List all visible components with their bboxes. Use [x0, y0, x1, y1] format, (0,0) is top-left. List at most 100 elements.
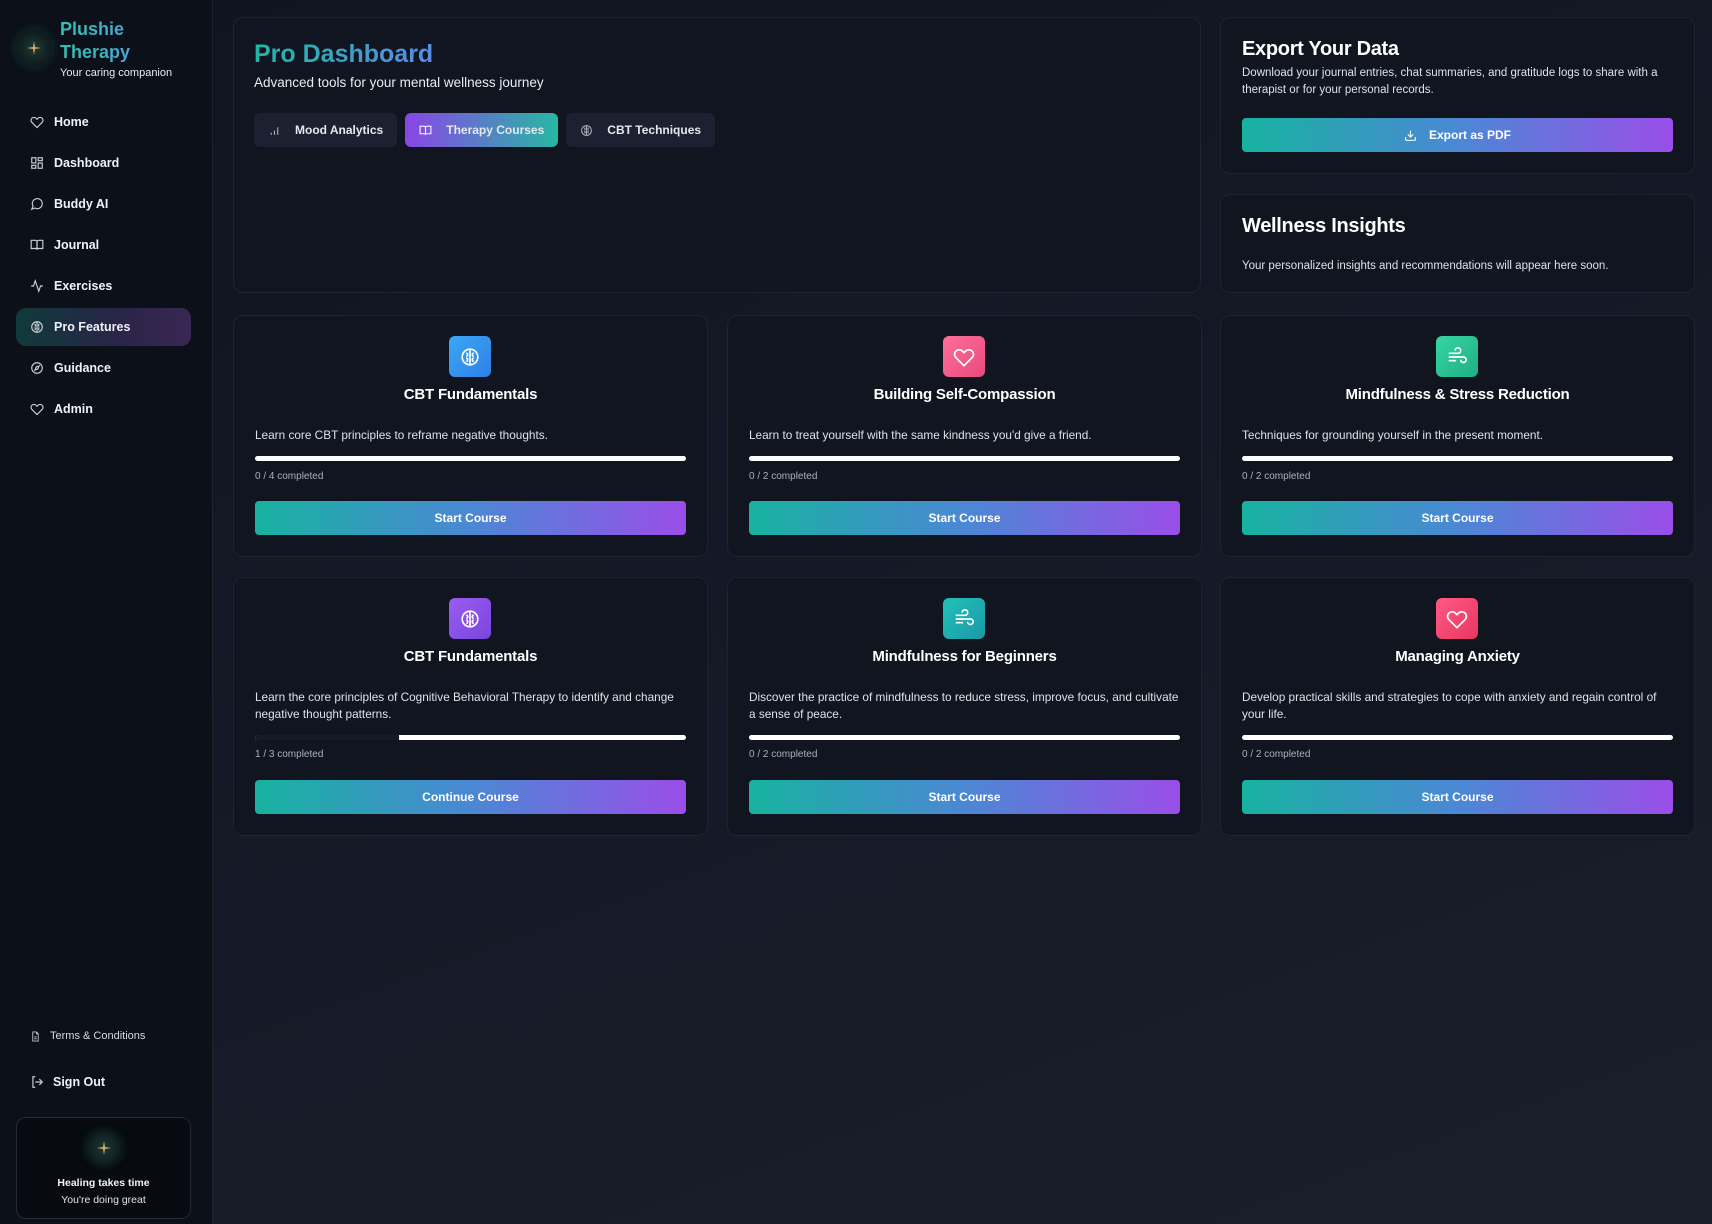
course-progress-bar: [255, 456, 686, 461]
course-progress-text: 0 / 2 completed: [1242, 471, 1311, 482]
compass-icon: [31, 362, 43, 374]
page-title: Pro Dashboard: [254, 40, 434, 68]
book-icon: [30, 239, 44, 250]
tab-label: Mood Analytics: [295, 123, 384, 137]
encouragement-subtitle: You're doing great: [61, 1194, 146, 1206]
course-button-label: Continue Course: [422, 790, 519, 804]
export-button-label: Export as PDF: [1428, 128, 1512, 142]
course-description: Develop practical skills and strategies …: [1242, 690, 1657, 721]
tab-therapy-courses[interactable]: Therapy Courses: [405, 113, 559, 147]
terms-label: Terms & Conditions: [50, 1030, 146, 1042]
book-icon: [419, 125, 432, 135]
course-description: Learn core CBT principles to reframe neg…: [255, 428, 548, 442]
sidebar: Plushie Therapy Your caring companion Ho…: [0, 0, 213, 1224]
sign-out-label: Sign Out: [53, 1075, 106, 1089]
sparkle-icon: [86, 1131, 121, 1165]
sidebar-item-label: Dashboard: [54, 156, 120, 170]
brain-icon: [31, 321, 43, 333]
sidebar-item-label: Pro Features: [54, 320, 131, 334]
sidebar-item-home[interactable]: Home: [16, 103, 191, 141]
course-title: CBT Fundamentals: [403, 648, 538, 665]
course-description: Learn the core principles of Cognitive B…: [255, 690, 674, 721]
encouragement-title: Healing takes time: [57, 1177, 150, 1189]
start-course-button[interactable]: Start Course: [749, 501, 1180, 535]
download-icon: [1405, 130, 1416, 141]
pro-dashboard-header: Pro Dashboard Advanced tools for your me…: [233, 17, 1201, 293]
continue-course-button[interactable]: Continue Course: [255, 780, 686, 814]
course-progress-text: 0 / 4 completed: [255, 471, 324, 482]
terms-link[interactable]: Terms & Conditions: [30, 1030, 145, 1042]
tab-mood-analytics[interactable]: Mood Analytics: [254, 113, 398, 147]
heart-icon: [1436, 598, 1478, 639]
course-card: Mindfulness for Beginners Discover the p…: [727, 577, 1202, 836]
tab-cbt-techniques[interactable]: CBT Techniques: [566, 113, 716, 147]
start-course-button[interactable]: Start Course: [1242, 780, 1673, 814]
brain-icon: [581, 124, 593, 136]
course-button-label: Start Course: [1421, 790, 1494, 804]
course-progress-bar: [749, 735, 1180, 740]
sidebar-item-journal[interactable]: Journal: [16, 226, 191, 264]
bar-chart-icon: [270, 126, 279, 135]
course-button-label: Start Course: [1421, 511, 1494, 525]
course-description: Discover the practice of mindfulness to …: [749, 690, 1179, 721]
start-course-button[interactable]: Start Course: [1242, 501, 1673, 535]
log-out-icon: [32, 1076, 44, 1088]
course-progress-text: 1 / 3 completed: [255, 749, 324, 760]
course-progress-bar: [1242, 735, 1673, 740]
document-icon: [32, 1030, 39, 1042]
course-card: CBT Fundamentals Learn core CBT principl…: [233, 315, 708, 557]
sidebar-item-label: Buddy AI: [54, 197, 109, 211]
sidebar-item-label: Journal: [54, 238, 100, 252]
sidebar-item-guidance[interactable]: Guidance: [16, 349, 191, 387]
course-title: Managing Anxiety: [1395, 648, 1520, 665]
heart-icon: [943, 336, 985, 377]
course-card: CBT Fundamentals Learn the core principl…: [233, 577, 708, 836]
sidebar-item-admin[interactable]: Admin: [16, 390, 191, 428]
insights-title: Wellness Insights: [1242, 215, 1406, 237]
course-progress-text: 0 / 2 completed: [1242, 749, 1311, 760]
brand-title: Plushie Therapy: [60, 18, 170, 64]
sidebar-item-dashboard[interactable]: Dashboard: [16, 144, 191, 182]
course-progress-bar: [1242, 456, 1673, 461]
sign-out-button[interactable]: Sign Out: [30, 1075, 105, 1089]
sidebar-item-label: Admin: [54, 402, 93, 416]
sidebar-item-pro-features[interactable]: Pro Features: [16, 308, 191, 346]
start-course-button[interactable]: Start Course: [255, 501, 686, 535]
heart-icon: [30, 116, 44, 129]
wind-icon: [1436, 336, 1478, 377]
course-progress-bar: [749, 456, 1180, 461]
wind-icon: [943, 598, 985, 639]
course-button-label: Start Course: [434, 511, 507, 525]
sparkle-logo-icon: [16, 30, 52, 66]
course-description: Techniques for grounding yourself in the…: [1242, 428, 1543, 442]
sidebar-item-label: Exercises: [54, 279, 113, 293]
sidebar-item-label: Home: [54, 115, 89, 129]
sidebar-item-label: Guidance: [54, 361, 111, 375]
tab-label: CBT Techniques: [607, 123, 702, 137]
course-description: Learn to treat yourself with the same ki…: [749, 428, 1092, 442]
course-title: CBT Fundamentals: [403, 386, 538, 403]
insights-description: Your personalized insights and recommend…: [1242, 260, 1609, 272]
page-subtitle: Advanced tools for your mental wellness …: [254, 75, 544, 90]
dashboard-icon: [31, 157, 43, 169]
course-progress-text: 0 / 2 completed: [749, 471, 818, 482]
course-card: Mindfulness & Stress Reduction Technique…: [1220, 315, 1695, 557]
pro-tabs: Mood Analytics Therapy Courses CBT Techn…: [254, 113, 723, 147]
sidebar-item-buddy-ai[interactable]: Buddy AI: [16, 185, 191, 223]
wellness-insights-card: Wellness Insights Your personalized insi…: [1220, 194, 1695, 293]
encouragement-card: Healing takes time You're doing great: [16, 1117, 191, 1219]
export-data-card: Export Your Data Download your journal e…: [1220, 17, 1695, 174]
course-progress-text: 0 / 2 completed: [749, 749, 818, 760]
start-course-button[interactable]: Start Course: [749, 780, 1180, 814]
export-pdf-button[interactable]: Export as PDF: [1242, 118, 1673, 152]
brand[interactable]: Plushie Therapy Your caring companion: [16, 18, 172, 79]
activity-icon: [31, 279, 43, 293]
heart-icon: [30, 403, 44, 416]
course-button-label: Start Course: [928, 511, 1001, 525]
brain-icon: [449, 598, 491, 639]
course-card: Managing Anxiety Develop practical skill…: [1220, 577, 1695, 836]
sidebar-item-exercises[interactable]: Exercises: [16, 267, 191, 305]
chat-icon: [30, 198, 43, 211]
brain-icon: [449, 336, 491, 377]
tab-label: Therapy Courses: [446, 123, 545, 137]
